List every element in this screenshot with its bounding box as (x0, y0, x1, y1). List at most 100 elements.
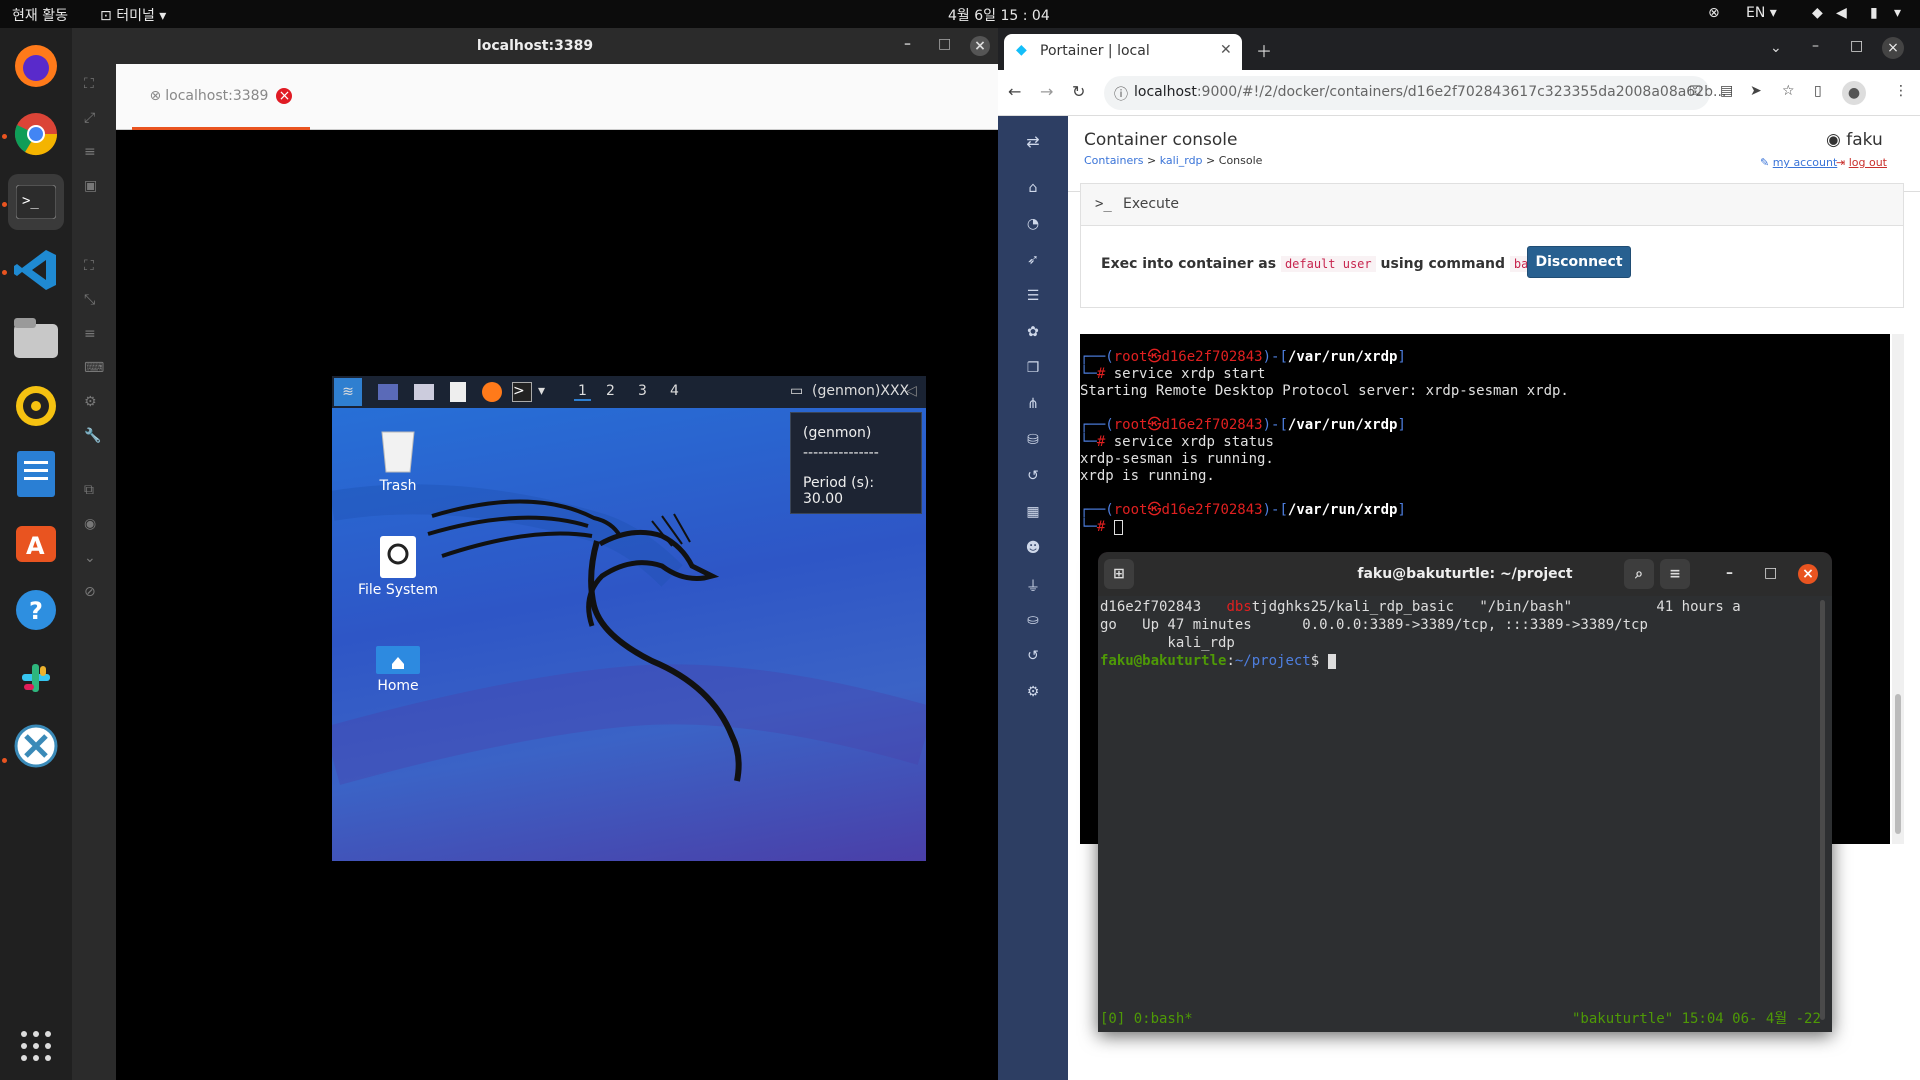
genmon-label[interactable]: (genmon)XXX (812, 383, 909, 399)
maximize-icon[interactable]: □ (1764, 565, 1777, 581)
minimize-icon[interactable]: – (1726, 565, 1733, 581)
key-icon[interactable]: ⚿ (1690, 83, 1701, 99)
networks-icon[interactable]: ⋔ (1023, 396, 1043, 416)
grab-icon[interactable]: ⛶ (84, 258, 104, 278)
text-editor-icon[interactable] (450, 382, 466, 402)
log-out-link[interactable]: ⇥ log out (1836, 156, 1887, 169)
tab-close-icon[interactable]: × (276, 87, 293, 104)
mute-icon[interactable]: ◁ (906, 383, 917, 399)
network-icon[interactable]: ▭ (790, 383, 803, 399)
side-panel-icon[interactable]: ▯ (1814, 83, 1822, 99)
terminal-body[interactable]: d16e2f702843 dbstjdghks25/kali_rdp_basic… (1098, 596, 1832, 1032)
app-menu[interactable]: ⊡ 터미널 ▾ (100, 5, 166, 25)
scale-icon[interactable]: ▣ (84, 178, 104, 198)
files-icon[interactable] (8, 310, 64, 366)
tab-portainer[interactable]: ◆ Portainer | local ✕ (1004, 34, 1242, 70)
profile-avatar-icon[interactable]: ● (1842, 81, 1866, 105)
status-icon[interactable]: ⊗ (1708, 5, 1720, 21)
power-menu-chevron-icon[interactable]: ▾ (1894, 5, 1901, 21)
maximize-icon[interactable]: □ (1850, 38, 1863, 54)
keyboard-icon[interactable]: ⌨ (84, 360, 104, 380)
address-bar[interactable]: ⓘ localhost:9000/#!/2/docker/containers/… (1104, 76, 1726, 110)
stacks-icon[interactable]: ☰ (1023, 288, 1043, 308)
reload-icon[interactable]: ↻ (1072, 82, 1085, 101)
terminal-dock-icon[interactable]: >_ (8, 174, 64, 230)
volume-icon[interactable]: ◀ (1836, 5, 1847, 21)
chevron-down-icon[interactable]: ▾ (538, 383, 545, 399)
new-tab-icon[interactable]: ＋ (1256, 38, 1272, 62)
translate-icon[interactable]: ▤ (1720, 83, 1733, 99)
disconnect-icon[interactable]: ⊘ (84, 584, 104, 604)
history-icon[interactable]: ↺ (1023, 648, 1043, 668)
kali-menu-icon[interactable]: ≋ (334, 378, 362, 406)
my-account-link[interactable]: ✎ my account (1760, 156, 1837, 169)
wifi-icon[interactable]: ◆ (1812, 5, 1823, 21)
containers-icon[interactable]: ✿ (1023, 324, 1043, 344)
fit-window-icon[interactable]: ⛶ (84, 76, 104, 96)
language-indicator[interactable]: EN ▾ (1746, 5, 1777, 21)
user-menu[interactable]: ◉ faku (1826, 130, 1883, 150)
help-icon[interactable]: ? (8, 582, 64, 638)
plugins-icon[interactable]: ⏚ (1023, 576, 1043, 596)
dashboard-icon[interactable]: ◔ (1023, 216, 1043, 236)
menu-icon[interactable]: ≡ (84, 144, 104, 164)
back-icon[interactable]: ← (1008, 82, 1021, 101)
chrome-icon[interactable] (8, 106, 64, 162)
preferences-icon[interactable]: ⚙ (84, 394, 104, 414)
switch-environment-icon[interactable]: ⇄ (1023, 132, 1043, 152)
desktop-item-trash[interactable]: Trash (343, 428, 453, 494)
battery-icon[interactable]: ▮ (1870, 5, 1878, 21)
more-menu-icon[interactable]: ⋮ (1894, 83, 1908, 99)
search-icon[interactable]: ⌕ (1624, 559, 1654, 589)
terminal-scrollbar[interactable] (1820, 600, 1825, 1020)
home-icon[interactable]: ⌂ (1023, 180, 1043, 200)
file-manager-icon[interactable] (414, 384, 434, 400)
breadcrumb-container[interactable]: kali_rdp (1160, 154, 1203, 167)
close-icon[interactable]: × (1798, 564, 1818, 584)
console-scrollbar[interactable] (1892, 334, 1904, 844)
events-icon[interactable]: ↺ (1023, 468, 1043, 488)
screenshot-icon[interactable]: ◉ (84, 516, 104, 536)
slack-icon[interactable] (8, 650, 64, 706)
disconnect-button[interactable]: Disconnect (1527, 246, 1631, 278)
breadcrumb-containers[interactable]: Containers (1084, 154, 1144, 167)
scrollbar-thumb[interactable] (1895, 694, 1901, 834)
users-icon[interactable]: ☻ (1023, 540, 1043, 560)
fullscreen-icon[interactable]: ⤢ (84, 110, 104, 130)
workspace-2[interactable]: 2 (606, 383, 615, 399)
rhythmbox-icon[interactable] (8, 378, 64, 434)
terminal-icon[interactable]: > (512, 382, 532, 402)
tab-close-icon[interactable]: ✕ (1220, 42, 1232, 58)
tab-search-chevron-icon[interactable]: ⌄ (1770, 40, 1782, 56)
maximize-icon[interactable]: □ (938, 36, 951, 52)
host-icon[interactable]: ▦ (1023, 504, 1043, 524)
duplicate-icon[interactable]: ⧉ (84, 482, 104, 502)
forward-icon[interactable]: → (1040, 82, 1053, 101)
quality-icon[interactable]: ≡ (84, 326, 104, 346)
vscode-icon[interactable] (8, 242, 64, 298)
minimize-chevron-icon[interactable]: ⌄ (84, 550, 104, 570)
settings-icon[interactable]: ⚙ (1023, 684, 1043, 704)
hamburger-menu-icon[interactable]: ≡ (1660, 559, 1690, 589)
close-icon[interactable]: × (970, 36, 990, 56)
database-icon[interactable]: ⛀ (1023, 612, 1043, 632)
app-center-icon[interactable]: A (8, 514, 64, 570)
images-icon[interactable]: ❐ (1023, 360, 1043, 380)
workspace-4[interactable]: 4 (670, 383, 679, 399)
writer-icon[interactable] (8, 446, 64, 502)
firefox-icon[interactable] (8, 38, 64, 94)
tools-icon[interactable]: 🔧 (84, 428, 104, 448)
site-info-icon[interactable]: ⓘ (1114, 84, 1128, 104)
tab-localhost[interactable]: ⊗ localhost:3389 × (132, 64, 310, 130)
minimize-icon[interactable]: – (1812, 38, 1819, 54)
remmina-icon[interactable] (8, 718, 64, 774)
app-templates-icon[interactable]: ➶ (1023, 252, 1043, 272)
workspace-3[interactable]: 3 (638, 383, 647, 399)
clock[interactable]: 4월 6일 15 : 04 (948, 5, 1050, 25)
desktop-item-filesystem[interactable]: File System (343, 536, 453, 598)
show-apps-icon[interactable] (8, 1018, 64, 1074)
resize-icon[interactable]: ⤡ (84, 292, 104, 312)
send-icon[interactable]: ➤ (1750, 83, 1762, 99)
kali-remote-desktop[interactable]: ≋ > ▾ 1 2 3 4 ▭ (genmon)XXX ◁ Trash File… (332, 376, 926, 861)
workspace-1[interactable]: 1 (574, 383, 591, 401)
